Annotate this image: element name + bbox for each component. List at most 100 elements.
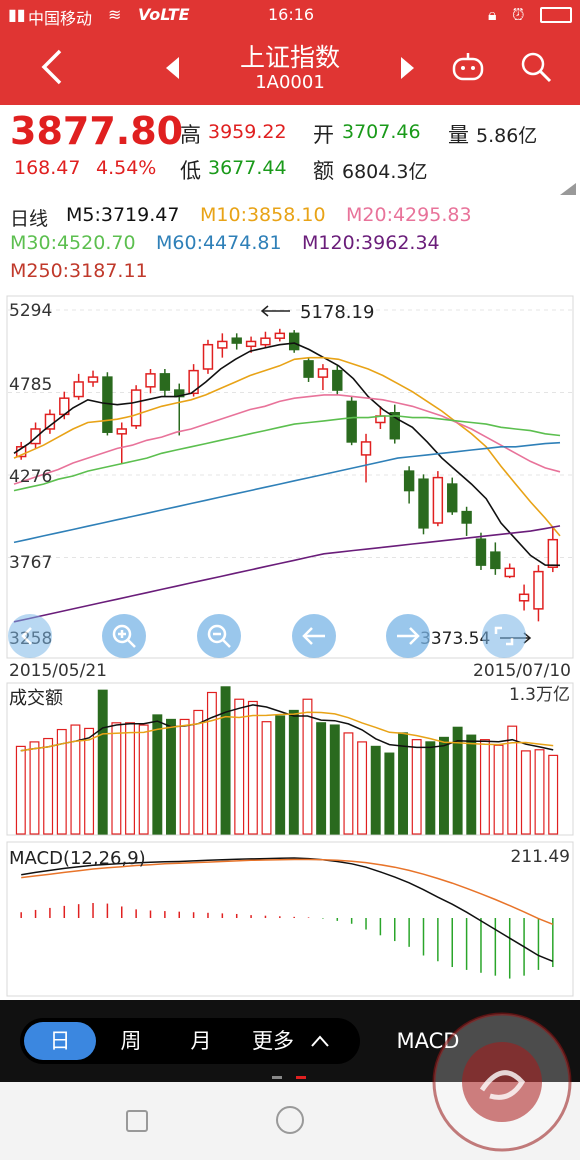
max-arrow-icon xyxy=(260,305,290,317)
volume-bar xyxy=(329,724,340,835)
volume-bar xyxy=(193,709,204,835)
date-start-label: 2015/05/21 xyxy=(9,661,107,681)
volume-label: 成交额 xyxy=(9,688,63,709)
macd-max-label: 211.49 xyxy=(511,847,570,867)
tab-day[interactable]: 日 xyxy=(24,1022,96,1060)
top-bar: ▮▮ 中国移动 ≋ VoLTE 16:16 🔒︎ ⏰︎ 上证指数 1A0001 xyxy=(0,0,580,105)
volume-value: 5.86亿 xyxy=(476,125,538,147)
clock-time: 16:16 xyxy=(268,5,315,24)
volume-bar xyxy=(384,752,395,835)
volume-bar xyxy=(425,741,436,835)
candle-body xyxy=(403,470,415,492)
macd-dif-line xyxy=(21,857,554,962)
zoom-out-button[interactable] xyxy=(197,614,241,658)
page-title: 上证指数 xyxy=(239,43,340,72)
prev-stock-button[interactable] xyxy=(158,48,188,88)
price-tick-label: 4276 xyxy=(9,467,52,487)
macd-dea-line xyxy=(21,858,554,925)
ma-line-m10 xyxy=(13,356,561,537)
candle-body xyxy=(418,478,429,529)
volume-bar xyxy=(288,709,299,835)
amount-value: 6804.3亿 xyxy=(342,161,428,183)
volume-bar xyxy=(520,750,531,835)
candle-body xyxy=(145,373,156,388)
tab-week[interactable]: 周 xyxy=(96,1018,166,1064)
volume-bar xyxy=(302,698,313,835)
volume-bar xyxy=(247,700,258,835)
price-panel-frame xyxy=(6,295,574,659)
search-button[interactable] xyxy=(514,45,558,89)
status-bar: ▮▮ 中国移动 ≋ VoLTE 16:16 🔒︎ ⏰︎ xyxy=(0,0,580,30)
volume-bar xyxy=(261,721,272,835)
volume-bar xyxy=(316,722,327,835)
volume-bar xyxy=(534,749,545,835)
scroll-left-button[interactable] xyxy=(292,614,336,658)
date-end-label: 2015/07/10 xyxy=(473,661,571,681)
volume-bar xyxy=(411,739,422,835)
volume-bar xyxy=(84,727,95,835)
volume-bar xyxy=(548,754,559,835)
expand-corner-icon[interactable] xyxy=(560,183,576,195)
candle-body xyxy=(447,483,458,513)
ma-legend: 日线 M5:3719.47 M10:3858.10 M20:4295.83 M3… xyxy=(0,198,580,288)
candle-body xyxy=(159,373,171,391)
network-type: VoLTE xyxy=(138,5,190,24)
tab-more[interactable]: 更多 xyxy=(238,1018,308,1064)
volume-bar xyxy=(111,722,122,835)
recent-apps-icon[interactable] xyxy=(126,1110,148,1132)
prev-triangle-icon xyxy=(166,57,179,79)
candle-body xyxy=(360,441,372,456)
ma10-value: M10:3858.10 xyxy=(200,204,326,226)
candle-body xyxy=(317,368,329,378)
ma60-value: M60:4474.81 xyxy=(156,232,282,254)
lock-icon: 🔒︎ xyxy=(488,5,497,24)
arrow-right-icon xyxy=(397,627,420,645)
volume-bar xyxy=(479,739,490,835)
search-icon xyxy=(521,52,552,83)
home-icon[interactable] xyxy=(276,1106,304,1134)
price-tick-label: 3767 xyxy=(9,553,52,573)
scroll-left-edge-button[interactable] xyxy=(8,614,52,658)
ma5-value: M5:3719.47 xyxy=(66,204,180,226)
ma-line-m30 xyxy=(13,415,561,492)
wifi-icon: ≋ xyxy=(108,5,122,24)
ma120-value: M120:3962.34 xyxy=(302,232,440,254)
volume-bar xyxy=(138,724,149,835)
chevron-up-icon[interactable] xyxy=(310,1034,330,1048)
back-button[interactable] xyxy=(30,42,74,92)
volume-bar xyxy=(206,691,217,835)
tab-month[interactable]: 月 xyxy=(166,1018,236,1064)
period-label: 日线 xyxy=(10,208,49,230)
candle-body xyxy=(274,332,286,339)
candle-body xyxy=(288,332,300,351)
high-value: 3959.22 xyxy=(208,121,287,143)
scroll-right-button[interactable] xyxy=(386,614,430,658)
page-indicator-dot-active xyxy=(296,1076,306,1079)
candle-body xyxy=(231,337,242,344)
volume-bar xyxy=(43,737,54,835)
back-arrow-icon xyxy=(41,49,62,85)
title-bar: 上证指数 1A0001 xyxy=(0,30,580,105)
open-label: 开 xyxy=(313,123,334,147)
arrow-left-icon xyxy=(302,627,325,645)
fullscreen-button[interactable] xyxy=(482,614,526,658)
next-stock-button[interactable] xyxy=(392,48,422,88)
zoom-out-icon xyxy=(207,624,231,648)
zoom-in-button[interactable] xyxy=(102,614,146,658)
ma-line-m60 xyxy=(13,441,561,544)
expand-icon xyxy=(494,626,514,646)
candle-body xyxy=(432,476,444,524)
robot-assistant-button[interactable] xyxy=(446,45,490,89)
candle-body xyxy=(533,570,544,610)
volume-bar xyxy=(97,689,108,835)
double-left-icon xyxy=(21,627,32,645)
volume-bar xyxy=(466,734,477,835)
current-price: 3877.80 xyxy=(10,109,184,153)
candle-body xyxy=(130,389,142,427)
macd-label: MACD(12,26,9) xyxy=(9,848,146,869)
volume-bar xyxy=(220,686,231,835)
zoom-in-icon xyxy=(112,624,136,648)
price-tick-label: 4785 xyxy=(9,375,52,395)
volume-bar xyxy=(275,715,286,835)
robot-icon xyxy=(452,53,484,81)
